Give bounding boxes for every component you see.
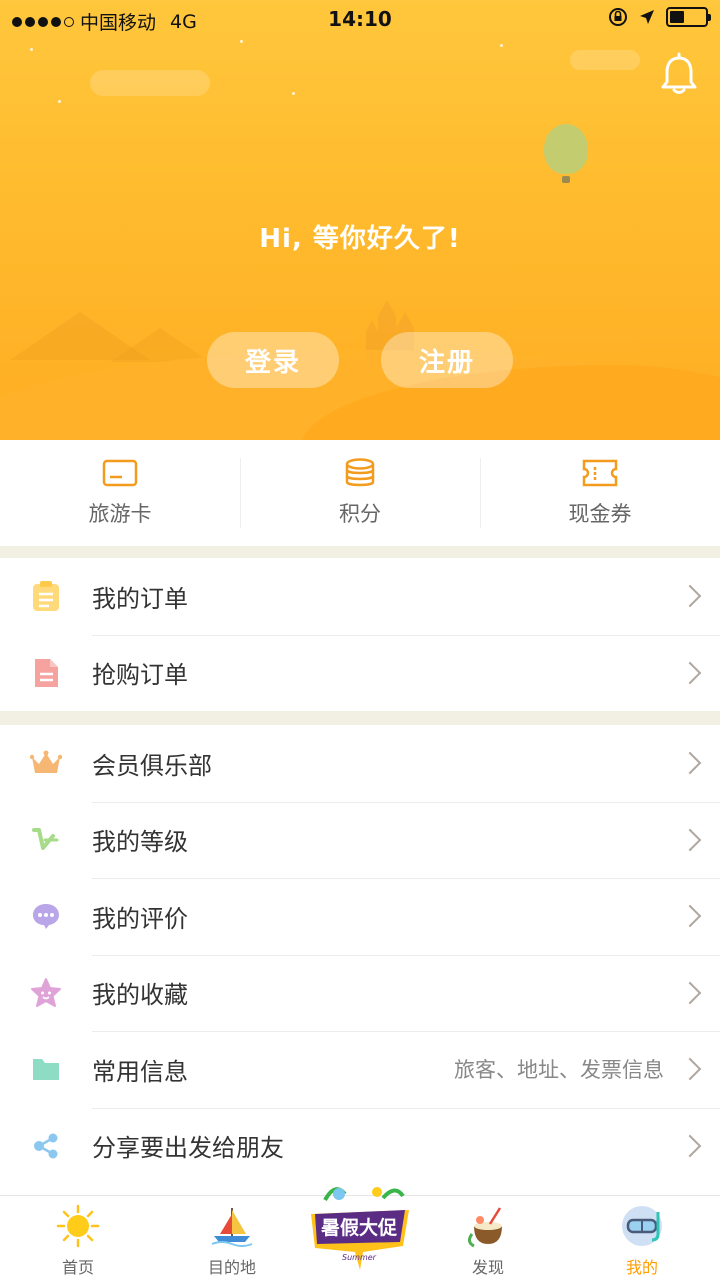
chevron-right-icon: [678, 1057, 702, 1081]
tab-mine[interactable]: 我的: [587, 1196, 697, 1280]
menu-item-common-info[interactable]: 常用信息 旅客、地址、发票信息: [0, 1031, 720, 1108]
clipboard-icon: [30, 580, 62, 612]
menu-item-flash-sale-orders[interactable]: 抢购订单: [0, 634, 720, 712]
promo-subtitle: Summer: [342, 1253, 377, 1262]
document-icon: [30, 657, 62, 689]
greeting-text: Hi, 等你好久了!: [259, 224, 461, 254]
quick-links: 旅游卡 积分 现金券: [0, 440, 720, 546]
quick-link-label: 现金券: [568, 502, 632, 526]
quick-link-points[interactable]: 积分: [240, 440, 480, 546]
star-decoration: [30, 48, 33, 51]
orders-menu: 我的订单 抢购订单: [0, 558, 720, 711]
level-icon: [30, 824, 62, 856]
account-menu: 会员俱乐部 我的等级 我的评价 我的收藏 常用信息 旅客、地址、发票信息 分享要…: [0, 725, 720, 1185]
hot-air-balloon-icon: [544, 124, 588, 174]
chevron-right-icon: [678, 981, 702, 1005]
menu-item-label: 常用信息: [92, 1057, 188, 1086]
quick-link-label: 旅游卡: [88, 502, 152, 526]
promo-title: 暑假大促: [321, 1216, 397, 1239]
status-bar: 中国移动 4G 14:10: [0, 0, 720, 38]
menu-item-label: 我的订单: [92, 584, 188, 613]
tab-label: 目的地: [207, 1258, 256, 1277]
status-right: [608, 7, 711, 27]
tab-discover[interactable]: 发现: [433, 1196, 543, 1280]
chevron-right-icon: [678, 1134, 702, 1158]
section-divider: [0, 711, 720, 725]
coconut-drink-icon: [467, 1207, 502, 1248]
menu-item-my-level[interactable]: 我的等级: [0, 801, 720, 879]
quick-link-travel-card[interactable]: 旅游卡: [0, 440, 240, 546]
comment-icon: [30, 900, 62, 932]
section-divider: [0, 546, 720, 558]
chevron-right-icon: [678, 828, 702, 852]
summer-promo-badge[interactable]: 暑假大促 Summer: [305, 1180, 415, 1276]
quick-link-coupons[interactable]: 现金券: [480, 440, 720, 546]
sailboat-icon: [211, 1208, 253, 1247]
menu-item-my-reviews[interactable]: 我的评价: [0, 878, 720, 955]
pyramid-decoration: [110, 328, 210, 362]
tab-label: 发现: [471, 1258, 504, 1277]
star-icon: [30, 977, 62, 1009]
sun-icon: [56, 1204, 100, 1248]
card-icon: [102, 459, 138, 487]
chevron-right-icon: [678, 751, 702, 775]
battery-icon: [666, 7, 711, 27]
location-arrow-icon: [640, 10, 654, 24]
star-decoration: [58, 100, 61, 103]
profile-header-banner: Hi, 等你好久了! 登录 注册: [0, 0, 720, 440]
register-button[interactable]: 注册: [381, 332, 513, 388]
star-decoration: [500, 44, 503, 47]
tab-label: 我的: [625, 1258, 658, 1277]
menu-item-my-favorites[interactable]: 我的收藏: [0, 954, 720, 1032]
share-icon: [30, 1130, 62, 1162]
folder-icon: [30, 1053, 62, 1085]
ticket-icon: [582, 459, 618, 487]
cloud-decoration: [90, 70, 210, 96]
crown-icon: [30, 747, 62, 779]
menu-item-label: 我的收藏: [92, 981, 188, 1010]
login-button[interactable]: 登录: [207, 332, 339, 388]
menu-item-member-club[interactable]: 会员俱乐部: [0, 725, 720, 802]
menu-item-label: 我的评价: [92, 904, 188, 933]
chevron-right-icon: [678, 661, 702, 685]
menu-item-label: 我的等级: [92, 828, 188, 857]
snorkel-mask-icon: [622, 1206, 662, 1246]
coins-icon: [345, 458, 375, 487]
cloud-decoration: [570, 50, 640, 70]
chevron-right-icon: [678, 904, 702, 928]
star-decoration: [240, 40, 243, 43]
menu-item-label: 抢购订单: [92, 661, 188, 690]
common-info-summary: 旅客、地址、发票信息: [454, 1058, 664, 1083]
chevron-right-icon: [678, 584, 702, 608]
menu-item-label: 分享要出发给朋友: [92, 1134, 284, 1163]
menu-item-label: 会员俱乐部: [92, 751, 212, 780]
quick-link-label: 积分: [339, 502, 381, 526]
tab-home[interactable]: 首页: [23, 1196, 133, 1280]
menu-item-share[interactable]: 分享要出发给朋友: [0, 1107, 720, 1185]
balloon-basket: [562, 176, 570, 183]
menu-item-my-orders[interactable]: 我的订单: [0, 558, 720, 635]
rotation-lock-icon: [609, 8, 627, 26]
bell-icon[interactable]: [656, 52, 702, 98]
summer-sale-badge-icon: 暑假大促 Summer: [311, 1187, 409, 1270]
tab-label: 首页: [61, 1258, 94, 1277]
tab-destinations[interactable]: 目的地: [177, 1196, 287, 1280]
star-decoration: [292, 92, 295, 95]
